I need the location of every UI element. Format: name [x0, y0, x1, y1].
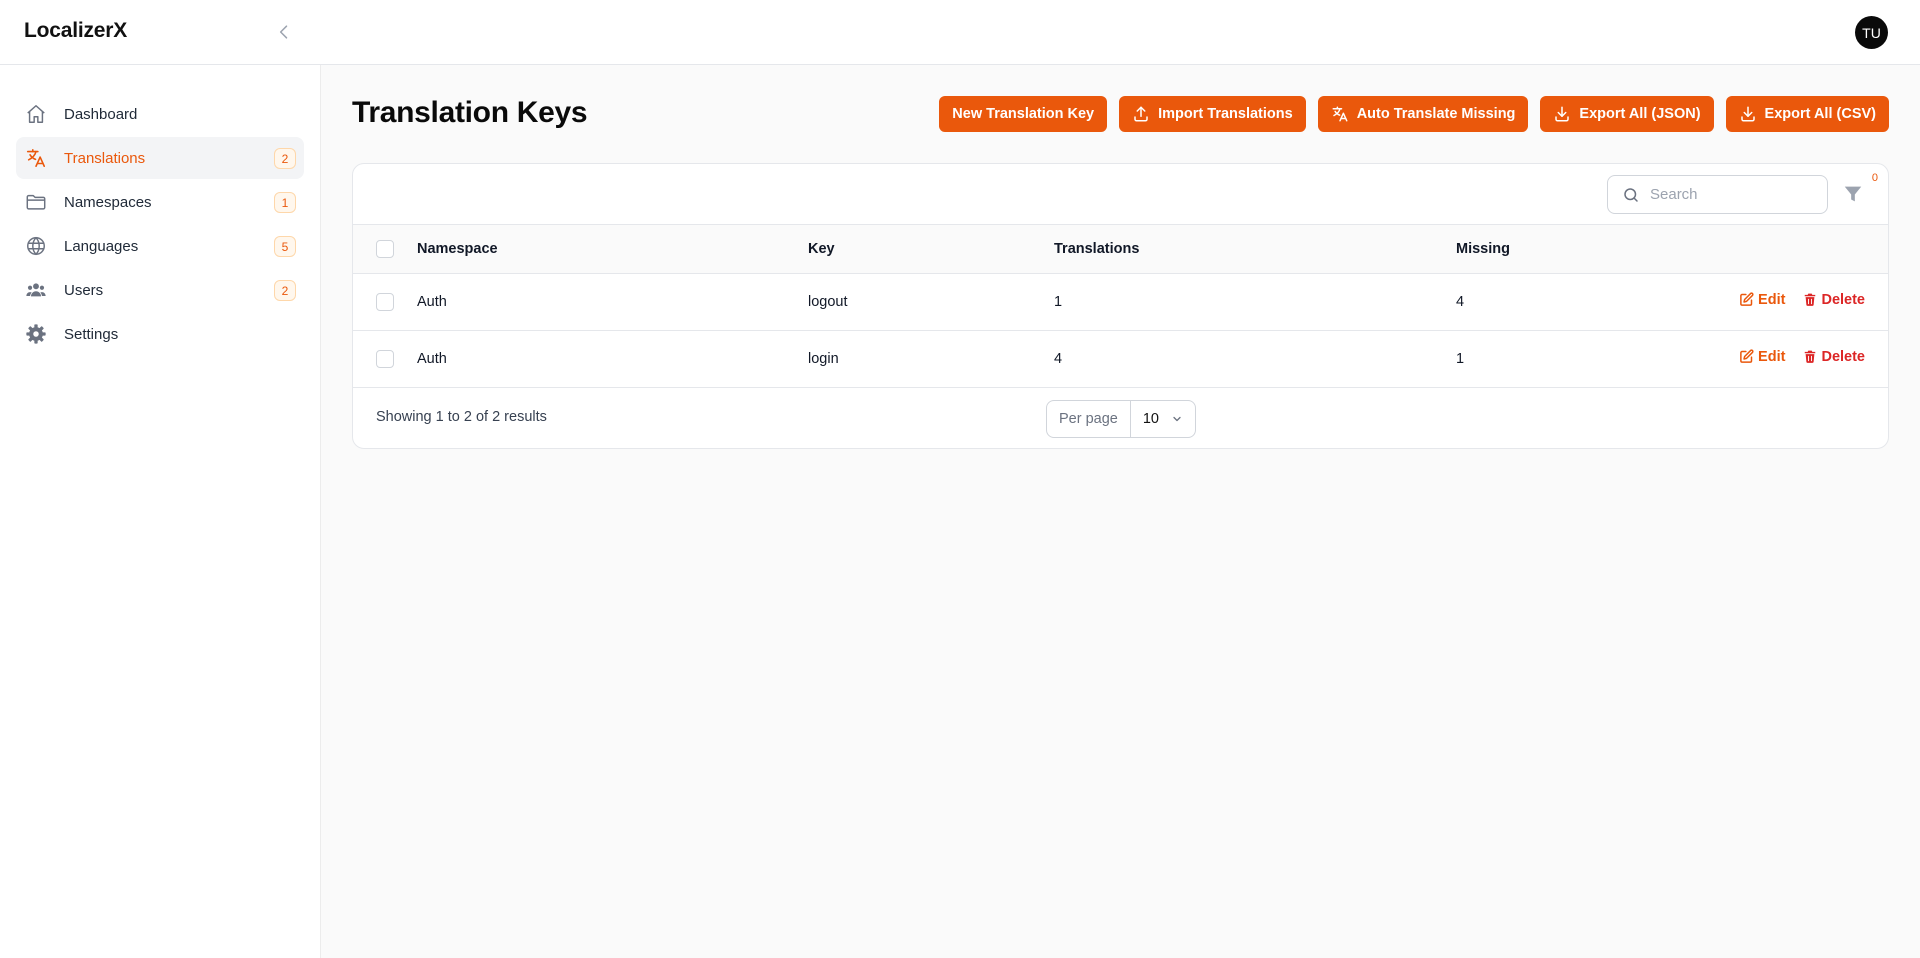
translation-keys-table: Namespace Key Translations Missing Auth … [353, 225, 1888, 388]
table-row: Auth logout 1 4 Edit Delete [353, 273, 1888, 331]
cell-key: logout [808, 273, 1054, 331]
sidebar-item-dashboard[interactable]: Dashboard [16, 93, 304, 135]
globe-icon [24, 234, 48, 258]
button-label: New Translation Key [952, 106, 1095, 122]
filter-button[interactable] [1842, 183, 1866, 207]
button-label: Auto Translate Missing [1356, 106, 1516, 122]
delete-button[interactable]: Delete [1803, 292, 1865, 308]
brand-logo[interactable]: LocalizerX [24, 19, 127, 43]
per-page-control: Per page 10 [1046, 399, 1196, 438]
user-avatar[interactable]: TU [1855, 16, 1888, 49]
count-badge: 1 [274, 192, 296, 213]
translation-keys-table-card: 0 Namespace Key Translations Missing Aut… [352, 163, 1889, 449]
edit-label: Edit [1758, 348, 1786, 365]
table-header-row: Namespace Key Translations Missing [353, 225, 1888, 274]
header-actions: New Translation Key Import Translations … [939, 96, 1889, 132]
sidebar-item-label: Dashboard [64, 105, 138, 123]
column-header-missing[interactable]: Missing [1456, 225, 1564, 274]
export-csv-button[interactable]: Export All (CSV) [1725, 96, 1889, 132]
trash-icon [1805, 350, 1816, 364]
search-icon [1624, 187, 1638, 202]
top-bar: LocalizerX TU [0, 0, 1920, 65]
column-header-translations[interactable]: Translations [1054, 225, 1456, 274]
sidebar-item-users[interactable]: Users 2 [16, 269, 304, 311]
sidebar-item-namespaces[interactable]: Namespaces 1 [16, 181, 304, 223]
sidebar-item-label: Languages [64, 237, 139, 255]
language-icon [24, 146, 48, 170]
search-box [1607, 175, 1828, 214]
column-header-key[interactable]: Key [808, 225, 1054, 274]
auto-translate-missing-button[interactable]: Auto Translate Missing [1317, 96, 1529, 132]
new-translation-key-button[interactable]: New Translation Key [939, 96, 1108, 132]
button-label: Export All (CSV) [1764, 106, 1876, 122]
sidebar-item-label: Namespaces [64, 193, 152, 211]
page-title: Translation Keys [352, 96, 588, 129]
count-badge: 5 [274, 236, 296, 257]
row-select-cell [353, 273, 417, 331]
select-all-checkbox[interactable] [376, 239, 394, 258]
sidebar-item-label: Users [64, 281, 104, 299]
column-header-actions [1563, 225, 1888, 274]
sidebar: Dashboard Translations 2 Namespaces 1 La… [0, 65, 321, 958]
pagination-summary: Showing 1 to 2 of 2 results [376, 408, 547, 425]
home-icon [24, 102, 48, 126]
per-page-select[interactable]: 10 [1131, 401, 1195, 437]
count-badge: 2 [274, 280, 296, 301]
edit-icon [1740, 349, 1754, 364]
cell-namespace: Auth [417, 330, 808, 388]
delete-label: Delete [1821, 291, 1865, 308]
cell-translations: 4 [1054, 330, 1456, 388]
table-toolbar: 0 [353, 164, 1888, 225]
cell-namespace: Auth [417, 273, 808, 331]
per-page-label: Per page [1047, 400, 1131, 437]
column-header-namespace[interactable]: Namespace [417, 225, 808, 274]
language-icon [1332, 106, 1348, 122]
chevron-down-icon [1173, 416, 1181, 421]
download-icon [1740, 106, 1755, 122]
table-footer: Showing 1 to 2 of 2 results Per page 10 [353, 388, 1888, 448]
sidebar-item-languages[interactable]: Languages 5 [16, 225, 304, 267]
sidebar-nav: Dashboard Translations 2 Namespaces 1 La… [16, 93, 304, 357]
download-icon [1555, 106, 1570, 122]
select-all-cell [353, 225, 417, 274]
cell-missing: 1 [1456, 330, 1564, 388]
export-json-button[interactable]: Export All (JSON) [1540, 96, 1714, 132]
search-input[interactable] [1650, 186, 1810, 203]
edit-label: Edit [1758, 291, 1786, 308]
count-badge: 2 [274, 148, 296, 169]
sidebar-item-settings[interactable]: Settings [16, 313, 304, 355]
cell-key: login [808, 330, 1054, 388]
sidebar-item-label: Settings [64, 325, 119, 343]
upload-icon [1134, 106, 1148, 122]
filter-count-badge: 0 [1871, 172, 1878, 184]
button-label: Export All (JSON) [1579, 106, 1701, 122]
edit-button[interactable]: Edit [1739, 292, 1785, 308]
edit-icon [1740, 292, 1754, 307]
folder-icon [24, 190, 48, 214]
sidebar-item-label: Translations [64, 149, 146, 167]
edit-button[interactable]: Edit [1739, 349, 1785, 365]
table-row: Auth login 4 1 Edit Delete [353, 330, 1888, 388]
filter-icon [1844, 186, 1862, 202]
gear-icon [24, 322, 48, 346]
per-page-value: 10 [1142, 410, 1159, 427]
delete-button[interactable]: Delete [1803, 349, 1865, 365]
sidebar-item-translations[interactable]: Translations 2 [16, 137, 304, 179]
delete-label: Delete [1821, 348, 1865, 365]
collapse-sidebar-button[interactable] [272, 20, 296, 44]
row-checkbox[interactable] [376, 292, 394, 311]
cell-translations: 1 [1054, 273, 1456, 331]
row-actions: Edit Delete [1563, 330, 1888, 388]
cell-missing: 4 [1456, 273, 1564, 331]
import-translations-button[interactable]: Import Translations [1119, 96, 1306, 132]
row-actions: Edit Delete [1563, 273, 1888, 331]
trash-icon [1805, 293, 1816, 307]
button-label: Import Translations [1158, 106, 1293, 122]
chevron-left-icon [279, 25, 288, 39]
row-select-cell [353, 330, 417, 388]
row-checkbox[interactable] [376, 349, 394, 368]
users-icon [24, 278, 48, 302]
